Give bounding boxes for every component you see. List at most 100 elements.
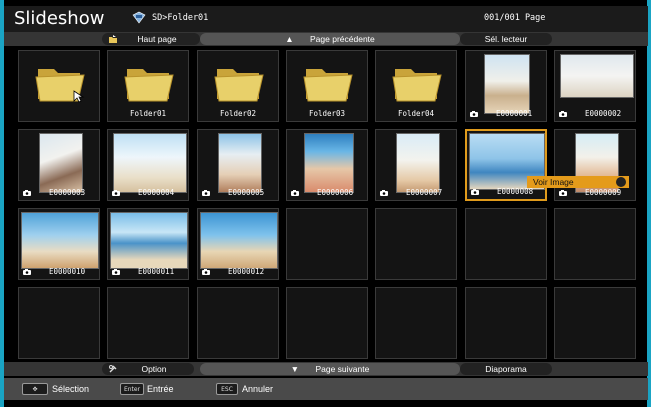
image-thumbnail [21,212,99,269]
image-item[interactable]: E0000009 [554,129,636,201]
image-caption: E0000004 [108,188,188,198]
camera-icon [202,190,210,196]
image-thumbnail [39,133,83,193]
image-item[interactable]: E0000012 [197,208,279,280]
empty-cell [107,287,189,359]
parent-folder-item[interactable] [18,50,100,122]
image-caption: E0000011 [108,267,188,277]
app-title: Slideshow [14,8,105,29]
image-caption: E0000005 [198,188,278,198]
image-caption: E0000008 [467,187,545,197]
image-caption: E0000001 [466,109,546,119]
esc-key-icon: ESC [216,383,238,395]
empty-cell [197,287,279,359]
haut-page-label: Haut page [137,34,177,44]
image-item[interactable]: E0000005 [197,129,279,201]
sel-lecteur-label: Sél. lecteur [484,34,528,44]
image-item[interactable]: E0000008 [465,129,547,201]
image-name: E0000005 [228,188,265,197]
option-label: Option [141,364,167,374]
page-counter: 001/001 Page [484,13,546,23]
current-path: SD>Folder01 [152,13,209,23]
empty-cell [375,287,457,359]
image-name: E0000006 [317,188,354,197]
folder-name: Folder01 [129,109,167,118]
arrow-up-icon: ▲ [285,34,294,44]
image-item[interactable]: E0000001 [465,50,547,122]
image-name: E0000002 [585,109,622,118]
image-thumbnail [396,133,440,193]
image-name: E0000008 [497,187,534,196]
bottom-nav-bar: Option ▼ Page suivante Diaporama [4,362,648,376]
header-bar: Slideshow SD>Folder01 001/001 Page [4,6,648,33]
folder-home-icon [109,35,117,43]
image-caption: E0000003 [19,188,99,198]
image-item[interactable]: E0000002 [554,50,636,122]
image-item[interactable]: E0000011 [107,208,189,280]
image-name: E0000010 [49,267,86,276]
camera-icon [202,269,210,275]
image-name: E0000004 [138,188,175,197]
camera-icon [291,190,299,196]
voir-image-label: Voir Image [533,177,574,187]
haut-page-button[interactable]: Haut page [102,33,200,45]
camera-icon [112,190,120,196]
camera-icon [559,111,567,117]
image-caption: E0000007 [376,188,456,198]
projector-screen: Slideshow SD>Folder01 001/001 Page Haut … [0,0,651,407]
image-item[interactable]: E0000010 [18,208,100,280]
diaporama-button[interactable]: Diaporama [460,363,552,375]
arrow-down-icon: ▼ [290,364,300,374]
camera-icon [559,190,567,196]
folder-item[interactable]: Folder02 [197,50,279,122]
camera-icon [470,111,478,117]
empty-cell [286,208,368,280]
right-edge [647,0,651,407]
left-edge [0,0,4,407]
camera-icon [380,190,388,196]
image-name: E0000007 [406,188,443,197]
empty-cell [18,287,100,359]
image-thumbnail [560,54,634,98]
empty-cell [286,287,368,359]
top-nav-bar: Haut page ▲ Page précédente Sél. lecteur [4,32,648,46]
image-item[interactable]: E0000003 [18,129,100,201]
dpad-icon: ✥ [22,383,48,395]
enter-icon [616,177,626,187]
image-caption: E0000012 [198,267,278,277]
folder-icon [392,69,442,102]
image-name: E0000011 [138,267,175,276]
image-thumbnail [200,212,278,269]
image-name: E0000012 [228,267,265,276]
image-thumbnail [484,54,530,114]
tools-icon [109,365,117,373]
image-thumbnail [218,133,262,193]
folder-icon [214,69,264,102]
folder-item[interactable]: Folder04 [375,50,457,122]
image-item[interactable]: E0000004 [107,129,189,201]
empty-cell [375,208,457,280]
voir-image-tooltip[interactable]: Voir Image [527,176,629,188]
folder-name: Folder02 [219,109,257,118]
image-name: E0000001 [496,109,533,118]
folder-item[interactable]: Folder01 [107,50,189,122]
option-button[interactable]: Option [102,363,194,375]
image-name: E0000003 [49,188,86,197]
folder-item[interactable]: Folder03 [286,50,368,122]
page-precedente-button[interactable]: ▲ Page précédente [200,33,460,45]
page-suivante-label: Page suivante [315,364,370,374]
diaporama-label: Diaporama [485,364,527,374]
image-name: E0000009 [585,188,622,197]
sel-lecteur-button[interactable]: Sél. lecteur [460,33,552,45]
image-item[interactable]: E0000007 [375,129,457,201]
folder-icon [124,69,174,102]
image-thumbnail [304,133,354,193]
camera-icon [23,269,31,275]
entree-label: Entrée [147,384,174,394]
camera-icon [471,189,479,195]
empty-cell [465,208,547,280]
image-caption: E0000002 [555,109,635,119]
image-caption: E0000006 [287,188,367,198]
page-suivante-button[interactable]: ▼ Page suivante [200,363,460,375]
image-item[interactable]: E0000006 [286,129,368,201]
